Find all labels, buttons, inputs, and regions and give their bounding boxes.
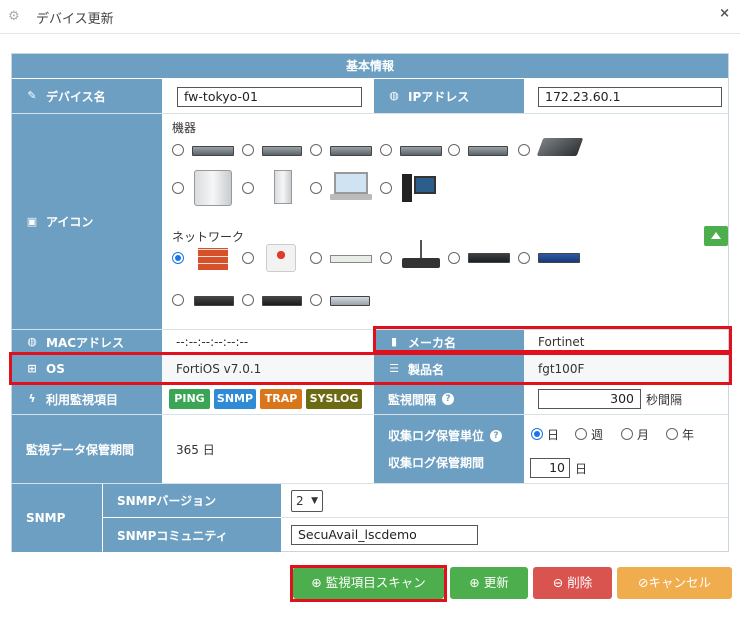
collapse-up-button[interactable] [704, 226, 728, 246]
interval-label: 監視間隔 ? [374, 384, 524, 414]
log-period-input[interactable]: 10 [530, 458, 570, 478]
snmp-tag: SNMP [214, 389, 256, 409]
icon-radio-5[interactable] [448, 144, 460, 156]
switch-small-icon [194, 296, 234, 306]
log-unit-week-radio[interactable] [575, 428, 587, 440]
snmp-community-input[interactable]: SecuAvail_lscdemo [291, 525, 478, 545]
ip-label: ◍ IPアドレス [374, 79, 524, 113]
highlight-os-product [9, 352, 732, 385]
interval-unit: 秒間隔 [646, 393, 683, 407]
icon-radio-3[interactable] [310, 144, 322, 156]
device-name-label: ✎ デバイス名 [12, 79, 162, 113]
icon-radio-switch-black[interactable] [448, 252, 460, 264]
icon-radio-firewall[interactable] [172, 252, 184, 264]
trap-tag: TRAP [260, 389, 302, 409]
snmp-version-label: SNMPバージョン [103, 484, 281, 517]
rack-server-globe-icon [330, 146, 372, 156]
edit-icon: ✎ [27, 89, 37, 102]
icon-radio-1[interactable] [172, 144, 184, 156]
log-unit-label: 収集ログ保管単位 [388, 429, 485, 443]
bolt-icon: ϟ [28, 392, 36, 405]
hub-icon [330, 255, 372, 263]
icon-radio-8[interactable] [242, 182, 254, 194]
icon-radio-switch-4[interactable] [310, 294, 322, 306]
chevron-down-icon: ▼ [311, 496, 318, 506]
icon-radio-10[interactable] [380, 182, 392, 194]
log-unit-year-radio[interactable] [666, 428, 678, 440]
firewall-icon [198, 248, 228, 270]
highlight-maker [373, 326, 732, 353]
section-header: 基本情報 [12, 54, 728, 78]
minus-circle-icon: ⊖ [552, 575, 564, 590]
icon-radio-switch-blue[interactable] [518, 252, 530, 264]
icon-radio-7[interactable] [172, 182, 184, 194]
snmp-version-select[interactable]: 2 ▼ [291, 490, 323, 512]
delete-button[interactable]: ⊖ 削除 [533, 567, 612, 599]
icon-radio-9[interactable] [310, 182, 322, 194]
update-button[interactable]: ⊕ 更新 [450, 567, 528, 599]
log-unit-day-label: 日 [547, 428, 560, 442]
rack-server-doc-icon [400, 146, 442, 156]
wifi-router-icon [402, 258, 440, 268]
plus-circle-icon: ⊕ [469, 575, 480, 590]
close-icon[interactable]: × [719, 6, 730, 21]
desktop-pc-icon [402, 174, 412, 202]
rack-server-icon [192, 146, 234, 156]
icon-radio-switch-2[interactable] [172, 294, 184, 306]
monitor-items-label: ϟ 利用監視項目 [12, 384, 162, 414]
log-unit-month-radio[interactable] [621, 428, 633, 440]
retention-value: 365 日 [162, 415, 374, 483]
gear-icon: ⚙ [8, 9, 20, 24]
cancel-button[interactable]: ⊘キャンセル [617, 567, 732, 599]
icon-label: ▣ アイコン [12, 114, 162, 329]
snmp-community-label: SNMPコミュニティ [103, 518, 281, 552]
device-name-input[interactable]: fw-tokyo-01 [177, 87, 362, 107]
icon-picker: 機器 ネットワーク [162, 114, 728, 329]
ping-tag: PING [169, 389, 210, 409]
log-unit-day-radio[interactable] [531, 428, 543, 440]
icon-radio-switch-3[interactable] [242, 294, 254, 306]
appliance-icon [536, 138, 584, 156]
snmp-label: SNMP [12, 484, 102, 552]
icon-radio-6[interactable] [518, 144, 530, 156]
help-icon[interactable]: ? [442, 393, 455, 405]
switch-blue-icon [538, 253, 580, 263]
globe-icon: ◍ [389, 89, 399, 102]
log-unit-week-label: 週 [591, 428, 604, 442]
dialog-title: デバイス更新 [36, 12, 114, 27]
icon-radio-2[interactable] [242, 144, 254, 156]
log-labels: 収集ログ保管単位 ? 収集ログ保管期間 [374, 415, 524, 483]
equipment-group-label: 機器 [172, 121, 197, 135]
dialog-titlebar: ⚙ デバイス更新 × [0, 0, 740, 34]
pc-tower-icon [274, 170, 292, 204]
switch-gray-icon [330, 296, 370, 306]
log-period-unit: 日 [575, 462, 588, 476]
log-unit-month-label: 月 [637, 428, 650, 442]
icon-radio-router[interactable] [242, 252, 254, 264]
highlight-scan [290, 565, 447, 602]
mac-value: --:--:--:--:--:-- [162, 330, 374, 354]
help-icon[interactable]: ? [490, 429, 503, 442]
switch-port-icon [262, 296, 302, 306]
icon-radio-hub[interactable] [310, 252, 322, 264]
icon-radio-4[interactable] [380, 144, 392, 156]
rack-storage-icon [468, 146, 508, 156]
laptop-icon [334, 172, 368, 194]
retention-label: 監視データ保管期間 [12, 415, 162, 483]
ban-icon: ⊘ [638, 575, 649, 590]
log-period-label: 収集ログ保管期間 [388, 456, 485, 470]
globe-icon: ◍ [27, 335, 37, 348]
mac-label: ◍ MACアドレス [12, 330, 162, 354]
image-icon: ▣ [26, 214, 38, 228]
log-unit-year-label: 年 [682, 428, 695, 442]
syslog-tag: SYSLOG [306, 389, 362, 409]
network-group-label: ネットワーク [172, 230, 245, 244]
ip-input[interactable]: 172.23.60.1 [538, 87, 722, 107]
server-tower-icon [194, 170, 232, 206]
basic-info-panel: 基本情報 ✎ デバイス名 fw-tokyo-01 ◍ IPアドレス 172.23.6… [11, 53, 729, 552]
icon-radio-wifi[interactable] [380, 252, 392, 264]
interval-input[interactable]: 300 [538, 389, 641, 409]
rack-server-tag-icon [262, 146, 302, 156]
switch-black-icon [468, 253, 510, 263]
